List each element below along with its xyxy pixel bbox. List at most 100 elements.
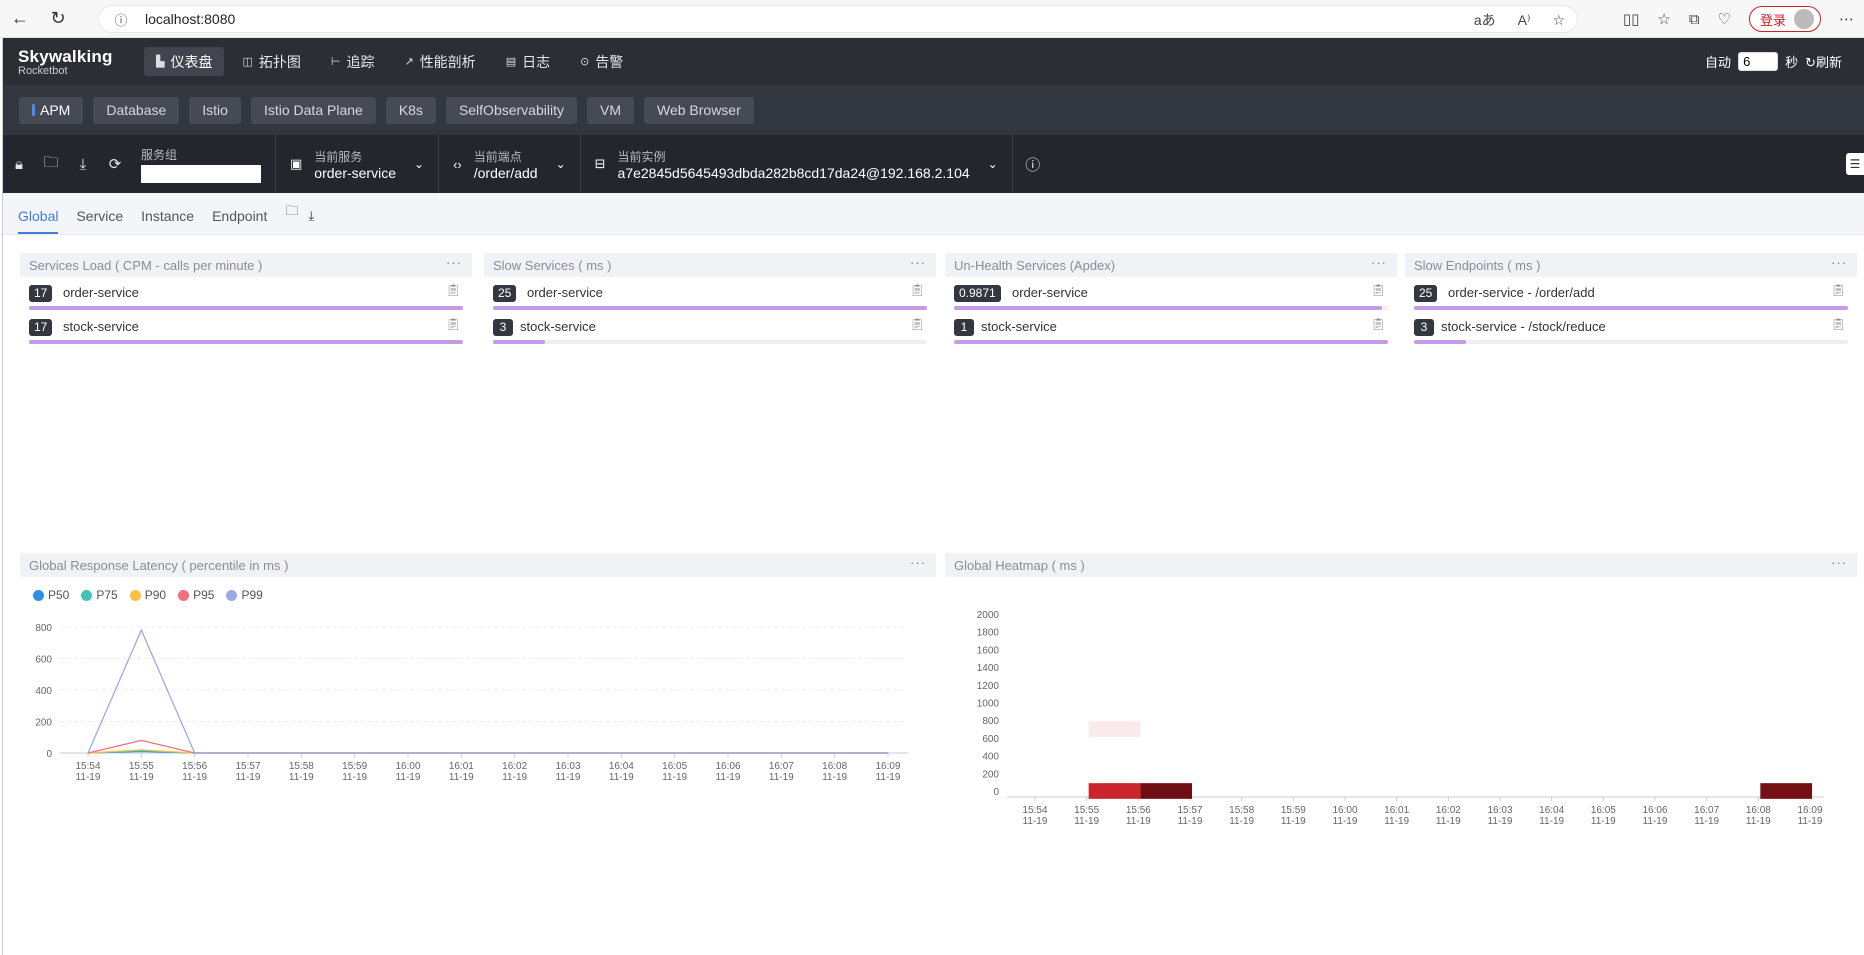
x-tick-label: 15:59: [342, 761, 367, 772]
interval-input[interactable]: [1738, 52, 1779, 71]
alarm-icon: ⊙: [580, 56, 590, 68]
tab-istio-data-plane[interactable]: Istio Data Plane: [250, 96, 376, 124]
list-item[interactable]: 25 order-service 📋︎: [493, 277, 927, 311]
tab-vm[interactable]: VM: [586, 96, 634, 124]
auto-label[interactable]: 自动: [1705, 52, 1731, 71]
legend-dot: [129, 589, 141, 601]
y-tick-label: 1000: [977, 699, 1000, 710]
legend-item[interactable]: P95: [178, 588, 214, 602]
health-icon[interactable]: ♡: [1718, 10, 1731, 28]
text-size-icon[interactable]: A⁾: [1518, 12, 1531, 29]
star-icon[interactable]: ☆: [1552, 12, 1565, 29]
more-icon[interactable]: ···: [910, 255, 926, 270]
more-icon[interactable]: ⋯: [1839, 10, 1854, 28]
heatmap-cell[interactable]: [1140, 783, 1192, 799]
tab-instance[interactable]: Instance: [141, 208, 194, 234]
login-button[interactable]: 登录: [1748, 6, 1821, 32]
panel-title: Slow Services ( ms ): [493, 257, 612, 273]
menu-topology[interactable]: ◫ 拓扑图: [230, 47, 312, 76]
info-icon[interactable]: ⓘ: [1017, 135, 1049, 193]
x-tick-label: 11-19: [76, 772, 101, 783]
info-icon[interactable]: ⓘ: [107, 10, 135, 29]
y-tick-label: 600: [35, 655, 52, 666]
more-icon[interactable]: ···: [1371, 255, 1387, 270]
list-item[interactable]: 25 order-service - /order/add 📋︎: [1414, 277, 1848, 311]
tab-endpoint[interactable]: Endpoint: [212, 208, 267, 234]
menu-log[interactable]: ▤ 日志: [494, 47, 562, 76]
collapse-panel-icon[interactable]: ☰: [1846, 153, 1864, 175]
heatmap-cell[interactable]: [1088, 783, 1141, 799]
more-icon[interactable]: ···: [910, 555, 926, 570]
tab-web-browser[interactable]: Web Browser: [643, 96, 754, 124]
tab-selfobservability[interactable]: SelfObservability: [445, 96, 577, 124]
list-item[interactable]: 3 stock-service 📋︎: [493, 311, 927, 345]
endpoint-selector[interactable]: ‹› 当前端点 /order/add ⌄: [439, 135, 581, 193]
sync-icon[interactable]: ⟳: [99, 135, 131, 193]
legend-dot: [226, 589, 238, 601]
favorites-icon[interactable]: ☆: [1657, 10, 1670, 28]
instance-selector[interactable]: ⊟ 当前实例 a7e2845d5645493dbda282b8cd17da24@…: [581, 135, 1013, 193]
x-tick-label: 15:58: [1229, 805, 1254, 816]
more-icon[interactable]: ···: [1831, 555, 1847, 570]
clipboard-icon[interactable]: 📋︎: [446, 283, 461, 297]
menu-profile[interactable]: ↗ 性能剖析: [392, 47, 487, 76]
tab-database[interactable]: Database: [93, 96, 180, 124]
service-icon: ▣: [290, 156, 303, 171]
back-icon[interactable]: ←: [0, 0, 40, 38]
series-line-p95[interactable]: [87, 739, 888, 754]
refresh-button[interactable]: ↻刷新: [1805, 52, 1842, 71]
tab-global[interactable]: Global: [18, 208, 59, 234]
legend-item[interactable]: P99: [226, 588, 263, 602]
unhealth-services-panel: Un-Health Services (Apdex) ··· 0.9871 ord…: [945, 253, 1397, 373]
more-icon[interactable]: ···: [446, 255, 462, 270]
clipboard-icon[interactable]: 📋︎: [910, 283, 925, 297]
clipboard-icon[interactable]: 📋︎: [1831, 283, 1846, 297]
instance-value: a7e2845d5645493dbda282b8cd17da24@192.168…: [617, 164, 970, 181]
lock-icon[interactable]: 🔒︎: [3, 135, 35, 193]
slow-services-panel: Slow Services ( ms ) ··· 25 order-service…: [484, 253, 936, 373]
tab-k8s[interactable]: K8s: [385, 96, 436, 124]
reload-icon[interactable]: ↻: [38, 0, 78, 38]
x-tick-label: 16:01: [1384, 805, 1409, 816]
menu-label: 追踪: [346, 53, 375, 70]
x-tick-label: 16:06: [1642, 805, 1667, 816]
series-line-p99[interactable]: [87, 628, 888, 754]
service-group-input[interactable]: [141, 164, 261, 183]
collections-icon[interactable]: ⧉: [1689, 11, 1700, 28]
tab-apm[interactable]: APM: [19, 96, 84, 124]
folder-icon[interactable]: 🗀: [285, 202, 298, 234]
clipboard-icon[interactable]: 📋︎: [446, 317, 461, 331]
y-tick-label: 600: [982, 734, 999, 745]
split-screen-icon[interactable]: ▯▯: [1623, 10, 1640, 28]
heatmap-cell[interactable]: [1760, 783, 1812, 799]
tab-service[interactable]: Service: [76, 208, 123, 234]
list-item[interactable]: 0.9871 order-service 📋︎: [954, 277, 1388, 311]
list-item[interactable]: 17 stock-service 📋︎: [29, 311, 463, 345]
address-bar[interactable]: ⓘ localhost:8080 aあ A⁾ ☆: [98, 5, 1578, 33]
log-icon: ▤: [505, 56, 517, 68]
heatmap-cell[interactable]: [1088, 721, 1141, 737]
service-selector[interactable]: ▣ 当前服务 order-service ⌄: [276, 135, 440, 193]
tab-istio[interactable]: Istio: [189, 96, 241, 124]
download-icon[interactable]: ⤓: [67, 135, 99, 193]
menu-trace[interactable]: ⊢ 追踪: [319, 47, 387, 76]
legend-item[interactable]: P75: [81, 588, 118, 602]
clipboard-icon[interactable]: 📋︎: [1371, 283, 1386, 297]
read-aloud-icon[interactable]: aあ: [1474, 10, 1496, 30]
service-group-label: 服务组: [141, 147, 178, 162]
clipboard-icon[interactable]: 📋︎: [910, 317, 925, 331]
clipboard-icon[interactable]: 📋︎: [1371, 317, 1386, 331]
list-item[interactable]: 1 stock-service 📋︎: [954, 311, 1388, 345]
legend-item[interactable]: P50: [33, 588, 69, 602]
list-item[interactable]: 17 order-service 📋︎: [29, 277, 463, 311]
list-item[interactable]: 3 stock-service - /stock/reduce 📋︎: [1414, 311, 1848, 345]
menu-dashboard[interactable]: ▙ 仪表盘: [144, 47, 225, 76]
clipboard-icon[interactable]: 📋︎: [1831, 317, 1846, 331]
legend-item[interactable]: P90: [129, 588, 166, 602]
menu-alarm[interactable]: ⊙ 告警: [568, 47, 635, 76]
value-badge: 3: [493, 319, 513, 336]
folder-icon[interactable]: 🗀: [35, 135, 67, 193]
download-icon[interactable]: ⤓: [308, 208, 314, 234]
more-icon[interactable]: ···: [1831, 255, 1847, 270]
x-tick-label: 11-19: [769, 772, 794, 783]
